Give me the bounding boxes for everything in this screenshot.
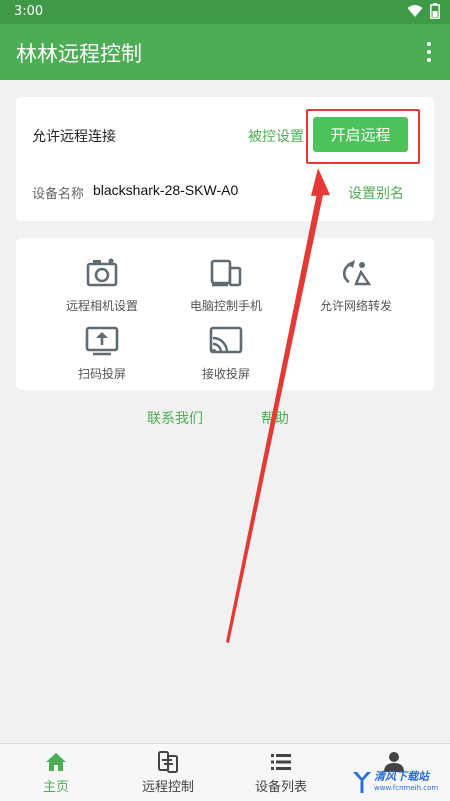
watermark-text: 清风下载站: [374, 770, 429, 783]
pc-phone-icon: [210, 259, 242, 287]
app-title: 林林远程控制: [16, 42, 142, 66]
more-menu-icon[interactable]: [418, 40, 440, 64]
device-name-value: blackshark-28-SKW-A0: [93, 182, 239, 198]
list-icon: [271, 754, 291, 770]
network-forward-icon: [342, 260, 372, 286]
feature-pc-control[interactable]: 电脑控制手机: [156, 256, 296, 314]
nav-label: 设备列表: [254, 780, 307, 795]
nav-remote-control[interactable]: 远程控制: [113, 744, 223, 801]
feature-label: 接收投屏: [201, 367, 250, 381]
watermark-url: www.fcnmeih.com: [374, 784, 439, 792]
annotation-highlight-box: [306, 109, 420, 164]
watermark: 清风下载站 www.fcnmeih.com: [352, 768, 446, 796]
nav-label: 主页: [42, 780, 69, 795]
status-bar: 3:00: [0, 0, 450, 24]
feature-remote-camera[interactable]: 远程相机设置: [32, 256, 172, 314]
feature-label: 允许网络转发: [319, 299, 392, 313]
home-icon: [46, 753, 66, 771]
set-alias-link[interactable]: 设置别名: [348, 183, 404, 203]
contact-us-link[interactable]: 联系我们: [147, 408, 203, 428]
feature-label: 远程相机设置: [65, 299, 138, 313]
status-time: 3:00: [14, 4, 44, 19]
upload-screen-icon: [85, 326, 119, 356]
battery-icon: [430, 3, 440, 19]
device-name-label: 设备名称: [32, 187, 85, 202]
feature-scan-cast[interactable]: 扫码投屏: [32, 324, 172, 382]
wifi-icon: [407, 5, 423, 17]
camera-icon: [86, 258, 118, 287]
nav-device-list[interactable]: 设备列表: [226, 744, 336, 801]
feature-receive-cast[interactable]: 接收投屏: [156, 324, 296, 382]
watermark-logo-icon: [353, 772, 371, 793]
cast-icon: [209, 326, 243, 354]
controlled-settings-link[interactable]: 被控设置: [248, 126, 304, 146]
nav-home[interactable]: 主页: [1, 744, 111, 801]
feature-label: 电脑控制手机: [189, 299, 262, 313]
nav-label: 远程控制: [141, 780, 194, 795]
feature-network-forward[interactable]: 允许网络转发: [286, 256, 426, 314]
allow-remote-label: 允许远程连接: [32, 129, 116, 145]
app-bar: 林林远程控制: [0, 24, 450, 80]
feature-label: 扫码投屏: [77, 367, 126, 381]
remote-control-icon: [158, 751, 178, 773]
status-icons: [407, 3, 440, 19]
features-card: 远程相机设置 电脑控制手机 允许网络转发 扫码投屏 接收投屏: [16, 238, 434, 390]
help-link[interactable]: 帮助: [261, 408, 289, 428]
